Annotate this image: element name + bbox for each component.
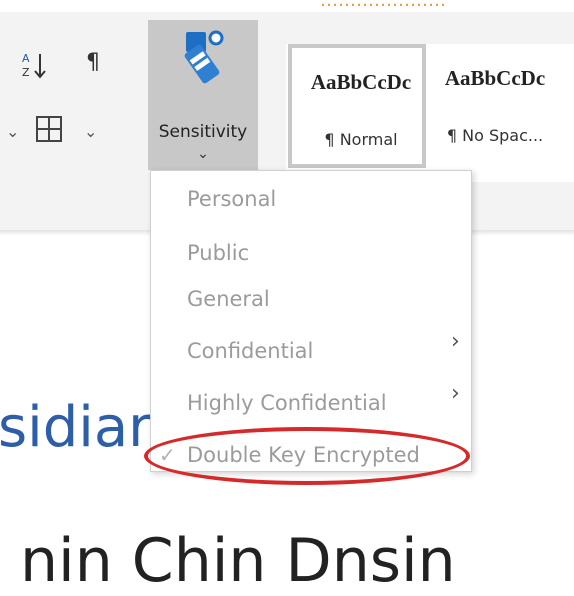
svg-text:A: A: [22, 52, 30, 65]
sort-az-icon[interactable]: A Z: [22, 50, 48, 85]
style-name: ¶ No Spac...: [446, 126, 544, 145]
style-normal[interactable]: AaBbCcDc ¶ Normal: [288, 44, 426, 168]
chevron-right-icon: ›: [451, 381, 460, 406]
menu-item-confidential[interactable]: Confidential: [187, 339, 313, 363]
top-title-text: …………………: [320, 0, 446, 11]
style-no-spacing[interactable]: AaBbCcDc ¶ No Spac...: [426, 44, 564, 168]
sensitivity-label: Sensitivity: [158, 122, 248, 142]
borders-icon[interactable]: [36, 116, 62, 142]
menu-item-public[interactable]: Public: [187, 241, 249, 265]
svg-text:Z: Z: [22, 66, 30, 79]
sensitivity-button[interactable]: Sensitivity ⌄: [148, 20, 258, 170]
top-title-strip: …………………: [0, 0, 574, 12]
menu-item-general[interactable]: General: [187, 287, 270, 311]
document-heading-second: nin Chin Dnsin: [20, 526, 456, 596]
style-name: ¶ Normal: [324, 130, 398, 149]
show-formatting-icon[interactable]: ¶: [86, 50, 100, 75]
ribbon: A Z ¶ ⌄ ⌄ AaBbCcDc ¶ Normal AaBbCcDc ¶ N…: [0, 12, 574, 202]
highlight-annotation-ellipse: [144, 427, 470, 485]
style-sample: AaBbCcDc: [444, 66, 546, 90]
sensitivity-label-icon: [182, 28, 226, 86]
borders-dropdown-chevron-icon[interactable]: ⌄: [84, 122, 97, 141]
chevron-down-icon: ⌄: [197, 146, 209, 162]
styles-gallery: AaBbCcDc ¶ Normal AaBbCcDc ¶ No Spac...: [286, 44, 574, 182]
menu-item-personal[interactable]: Personal: [187, 187, 276, 211]
document-heading: sidiar: [0, 395, 152, 460]
style-sample: AaBbCcDc: [310, 70, 412, 94]
menu-item-highly-confidential[interactable]: Highly Confidential: [187, 391, 387, 415]
chevron-right-icon: ›: [451, 329, 460, 354]
shading-dropdown-chevron-icon[interactable]: ⌄: [6, 122, 19, 141]
